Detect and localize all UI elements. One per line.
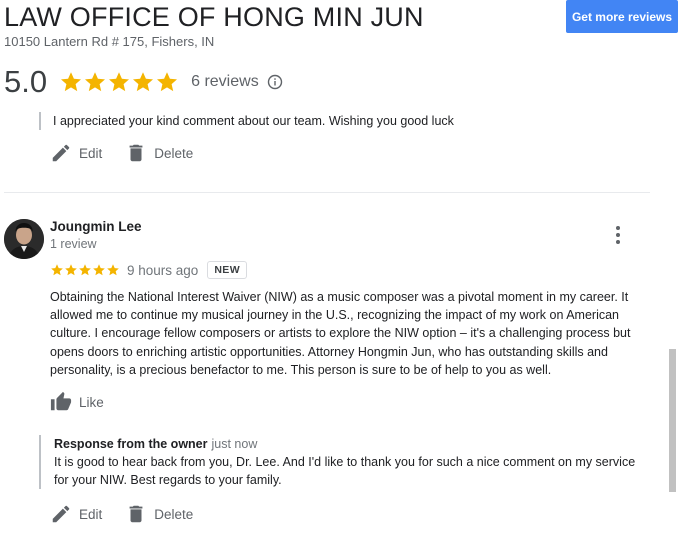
star-icon bbox=[79, 264, 91, 276]
review-divider bbox=[4, 192, 650, 193]
star-icon bbox=[107, 264, 119, 276]
owner-response: Response from the owner just now It is go… bbox=[39, 435, 639, 490]
star-icon bbox=[65, 264, 77, 276]
like-label: Like bbox=[79, 394, 104, 410]
star-icon bbox=[93, 264, 105, 276]
review-time: 9 hours ago bbox=[127, 262, 199, 278]
edit-button[interactable]: Edit bbox=[50, 503, 102, 525]
review-count[interactable]: 6 reviews bbox=[191, 73, 259, 91]
get-more-reviews-button[interactable]: Get more reviews bbox=[566, 0, 678, 33]
owner-response-header: Response from the owner just now bbox=[54, 435, 639, 453]
star-icon bbox=[85, 72, 106, 92]
delete-trash-icon bbox=[129, 144, 143, 162]
delete-button[interactable]: Delete bbox=[125, 503, 193, 525]
delete-trash-icon bbox=[129, 505, 143, 523]
review-meta: 9 hours ago NEW bbox=[50, 261, 248, 279]
star-icon bbox=[157, 72, 178, 92]
rating-summary: 5.0 6 reviews bbox=[4, 64, 283, 100]
star-icon bbox=[51, 264, 63, 276]
owner-response-time: just now bbox=[211, 437, 258, 451]
business-address: 10150 Lantern Rd # 175, Fishers, IN bbox=[4, 34, 215, 49]
previous-owner-reply: I appreciated your kind comment about ou… bbox=[39, 112, 454, 130]
reviewer-review-count: 1 review bbox=[50, 237, 97, 251]
delete-button[interactable]: Delete bbox=[125, 142, 193, 164]
delete-label: Delete bbox=[154, 506, 194, 522]
previous-review-actions: Edit Delete bbox=[50, 142, 193, 164]
star-icon bbox=[109, 72, 130, 92]
edit-label: Edit bbox=[79, 506, 103, 522]
edit-label: Edit bbox=[79, 145, 103, 161]
owner-response-label: Response from the owner bbox=[54, 437, 208, 451]
scrollbar-thumb[interactable] bbox=[669, 349, 676, 492]
review-actions: Edit Delete bbox=[50, 503, 193, 525]
delete-label: Delete bbox=[154, 145, 194, 161]
edit-button[interactable]: Edit bbox=[50, 142, 102, 164]
review-text: Obtaining the National Interest Waiver (… bbox=[50, 290, 631, 377]
rating-value: 5.0 bbox=[4, 64, 48, 99]
business-name: LAW OFFICE OF HONG MIN JUN bbox=[4, 2, 424, 32]
more-vert-icon[interactable] bbox=[608, 224, 628, 246]
rating-stars bbox=[59, 70, 179, 94]
avatar[interactable] bbox=[4, 219, 44, 259]
like-button[interactable]: Like bbox=[50, 391, 104, 413]
new-badge: NEW bbox=[207, 261, 248, 279]
info-icon[interactable] bbox=[267, 74, 283, 90]
owner-response-text: It is good to hear back from you, Dr. Le… bbox=[54, 455, 636, 488]
reviewer-name[interactable]: Joungmin Lee bbox=[50, 219, 142, 234]
review-stars bbox=[50, 263, 120, 277]
edit-pencil-icon bbox=[52, 505, 70, 523]
star-icon bbox=[61, 72, 82, 92]
edit-pencil-icon bbox=[52, 144, 70, 162]
thumbs-up-icon bbox=[50, 391, 72, 411]
star-icon bbox=[133, 72, 154, 92]
